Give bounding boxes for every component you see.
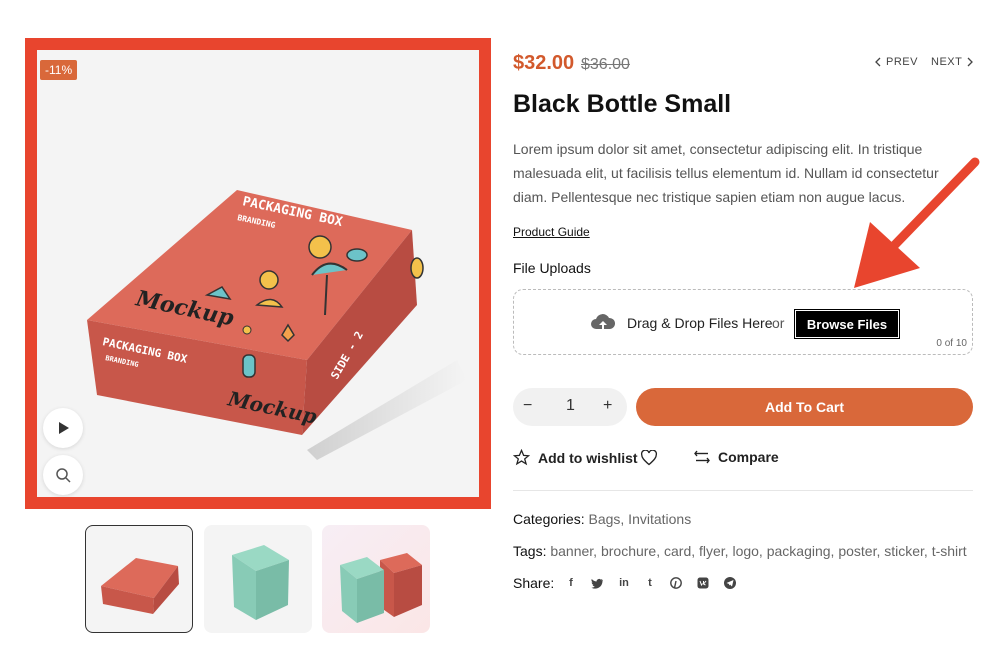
compare-label: Compare [718,449,779,465]
thumb-mint-red-boxes-image [340,553,422,623]
thumbnail-2[interactable] [204,525,312,633]
packaging-box-illustration: PACKAGING BOX BRANDING Mockup PACKAGING … [87,190,467,460]
facebook-icon[interactable]: f [564,576,578,590]
upload-count: 0 of 10 [936,338,967,349]
thumbnail-3[interactable] [322,525,430,633]
linkedin-icon[interactable]: in [617,576,631,590]
share-label: Share: [513,575,555,591]
chevron-right-icon [967,57,974,67]
annotation-arrow [854,157,980,288]
or-text: or [772,315,785,331]
compare-arrows-icon [694,450,710,464]
tumblr-icon[interactable]: t [643,576,657,590]
add-to-cart-button[interactable]: Add To Cart [636,388,973,426]
quantity-stepper: − 1 + [513,388,627,426]
twitter-icon[interactable] [590,576,604,590]
main-product-image-frame: -11% PACKAGING BOX BRANDING Mockup PACKA… [25,38,491,509]
thumbnail-1[interactable] [85,525,193,633]
tags-label: Tags: [513,543,547,559]
pinterest-icon[interactable] [669,576,683,590]
section-divider [513,490,973,491]
vk-icon[interactable] [696,576,710,590]
thumb-mint-box-image [232,545,289,620]
star-icon [513,449,530,466]
zoom-button[interactable] [43,455,83,495]
chevron-left-icon [875,57,881,67]
prev-product-link[interactable]: PREV [875,56,918,68]
quantity-input[interactable]: 1 [566,397,575,415]
tags-row: Tags: banner, brochure, card, flyer, log… [513,543,967,559]
play-video-button[interactable] [43,408,83,448]
categories-row: Categories: Bags, Invitations [513,511,691,527]
cloud-upload-icon [591,314,616,331]
thumb-red-box-image [101,558,179,614]
file-uploads-label: File Uploads [513,260,591,276]
telegram-icon[interactable] [723,576,737,590]
product-title: Black Bottle Small [513,90,732,118]
browse-files-button[interactable]: Browse Files [794,309,900,339]
play-icon [59,422,69,434]
next-label: NEXT [931,56,963,68]
decrease-quantity-button[interactable]: − [523,397,532,415]
tags-value[interactable]: banner, brochure, card, flyer, logo, pac… [550,543,966,559]
compare-button[interactable]: Compare [694,449,779,465]
search-icon [56,468,71,483]
original-price: $36.00 [581,56,630,73]
categories-value[interactable]: Bags, Invitations [588,511,691,527]
next-product-link[interactable]: NEXT [931,56,974,68]
add-to-wishlist-button[interactable]: Add to wishlist [513,449,658,466]
heart-icon [640,449,657,465]
drag-drop-text: Drag & Drop Files Here [627,315,773,331]
wishlist-label: Add to wishlist [538,449,638,466]
main-product-image[interactable]: -11% PACKAGING BOX BRANDING Mockup PACKA… [37,50,479,497]
categories-label: Categories: [513,511,585,527]
prev-label: PREV [886,56,918,68]
product-guide-link[interactable]: Product Guide [513,225,590,239]
current-price: $32.00 [513,52,575,74]
increase-quantity-button[interactable]: + [603,397,612,415]
